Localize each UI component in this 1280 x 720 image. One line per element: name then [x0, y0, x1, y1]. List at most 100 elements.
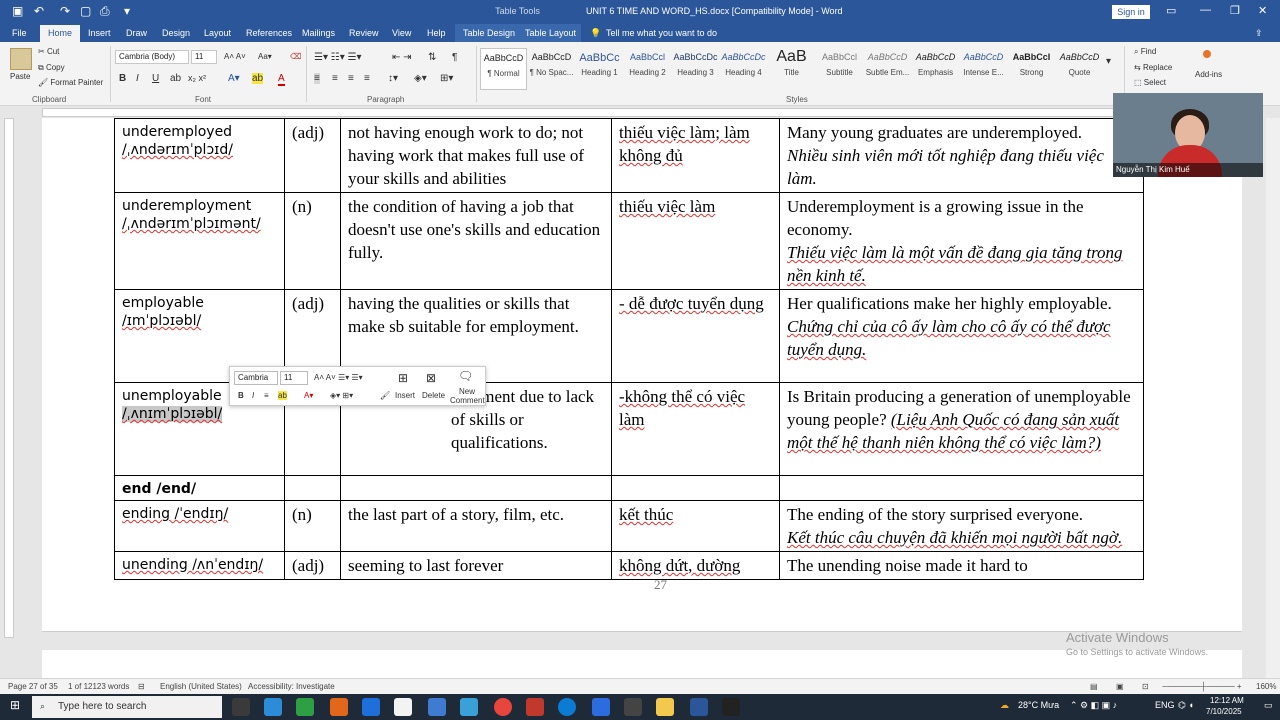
shading-icon[interactable]: ◈▾ [414, 73, 427, 84]
share-icon[interactable]: ⇪ [1255, 28, 1263, 39]
bold-button[interactable]: B [119, 73, 126, 84]
copilot-icon[interactable] [264, 698, 282, 716]
language-status[interactable]: English (United States) [160, 682, 242, 691]
vietnamese-cell[interactable]: thiếu việc làm [611, 192, 780, 290]
delete-table-icon[interactable]: ⊠ [426, 371, 436, 385]
mini-bold-button[interactable]: B [238, 391, 244, 400]
strikethrough-button[interactable]: ab [170, 73, 181, 84]
mini-font-combo[interactable]: Cambria [234, 371, 278, 385]
paste-button[interactable]: Paste [10, 72, 30, 81]
underline-button[interactable]: U [152, 73, 159, 84]
app-icon[interactable] [460, 698, 478, 716]
store-icon[interactable] [296, 698, 314, 716]
vietnamese-cell[interactable]: không dứt, dường [611, 551, 780, 580]
tab-view[interactable]: View [392, 28, 411, 38]
mini-new-comment-button[interactable]: New Comment [450, 387, 485, 405]
customize-qat-icon[interactable]: ▾ [124, 4, 130, 18]
windows-start-icon[interactable]: ⊞ [10, 698, 20, 712]
tab-layout[interactable]: Layout [204, 28, 231, 38]
tab-table-layout[interactable]: Table Layout [525, 28, 576, 38]
style-heading-4[interactable]: AaBbCcDc Heading 4 [720, 48, 767, 90]
show-marks-icon[interactable]: ¶ [452, 52, 457, 63]
mini-shading-icon[interactable]: ◈▾ ⊞▾ [330, 391, 353, 400]
vietnamese-cell[interactable]: - dễ được tuyển dụng [611, 289, 780, 383]
insert-table-icon[interactable]: ⊞ [398, 371, 408, 385]
app-icon[interactable] [428, 698, 446, 716]
example-cell[interactable]: The ending of the story surprised everyo… [779, 500, 1144, 552]
text-effects-icon[interactable]: A▾ [228, 73, 240, 84]
vertical-ruler[interactable] [4, 118, 14, 638]
style-title[interactable]: AaB Title [768, 48, 815, 90]
add-ins-icon[interactable] [1203, 50, 1211, 58]
mini-grow-font-icon[interactable]: A˄ A˅ ☰▾ ☰▾ [314, 373, 363, 382]
mini-center-icon[interactable]: ≡ [264, 391, 269, 400]
tab-home[interactable]: Home [40, 25, 81, 42]
mini-format-painter-icon[interactable]: 🖌 [380, 391, 390, 400]
pos-cell[interactable]: (adj) [284, 551, 341, 580]
input-language[interactable]: ENG [1155, 700, 1175, 710]
tab-design[interactable]: Design [162, 28, 190, 38]
pos-cell[interactable]: (n) [284, 192, 341, 290]
vietnamese-cell[interactable]: thiếu việc làm; làm không đủ [611, 118, 780, 193]
style-strong[interactable]: AaBbCcI Strong [1008, 48, 1055, 90]
save-icon[interactable]: ▣ [12, 4, 23, 18]
style-subtitle[interactable]: AaBbCcl Subtitle [816, 48, 863, 90]
new-comment-icon[interactable]: 🗨 [458, 369, 473, 383]
notification-icon[interactable]: ▭ [1264, 700, 1273, 711]
change-case-icon[interactable]: Aa▾ [258, 52, 272, 61]
indent-icon[interactable]: ⇤ ⇥ [392, 52, 412, 63]
select-button[interactable]: ⬚ Select [1134, 78, 1166, 87]
app-icon[interactable] [526, 698, 544, 716]
mini-size-combo[interactable]: 11 [280, 371, 308, 385]
word-cell[interactable]: end /end/ [114, 475, 285, 501]
settings-icon[interactable] [394, 698, 412, 716]
vietnamese-cell[interactable]: -không thể có việc làm [611, 382, 780, 476]
maximize-button[interactable]: ❐ [1230, 4, 1240, 17]
vietnamese-cell[interactable] [611, 475, 780, 501]
clock-date[interactable]: 7/10/2025 [1206, 707, 1242, 716]
weather-status[interactable]: 28°C Mưa [1018, 700, 1059, 710]
sign-in-button[interactable]: Sign in [1112, 5, 1150, 19]
close-button[interactable]: ✕ [1258, 4, 1267, 17]
app-icon[interactable] [722, 698, 740, 716]
edge-icon[interactable] [558, 698, 576, 716]
word-count[interactable]: 1 of 12123 words [68, 682, 129, 691]
print-layout-icon[interactable]: ▣ [1116, 682, 1124, 691]
style-intense-emphasis[interactable]: AaBbCcD Intense E... [960, 48, 1007, 90]
word-icon[interactable] [690, 698, 708, 716]
task-view-icon[interactable] [232, 698, 250, 716]
style-heading-1[interactable]: AaBbCc Heading 1 [576, 48, 623, 90]
cut-button[interactable]: ✂ Cut [38, 47, 59, 56]
tab-insert[interactable]: Insert [88, 28, 111, 38]
tab-references[interactable]: References [246, 28, 292, 38]
bullets-icon[interactable]: ☰▾ ☷▾ ☰▾ [314, 52, 362, 63]
style-emphasis[interactable]: AaBbCcD Emphasis [912, 48, 959, 90]
app-icon[interactable] [330, 698, 348, 716]
ribbon-display-icon[interactable]: ▭ [1166, 4, 1176, 17]
tray-icons[interactable]: ⌃ ⚙ ◧ ▣ ♪ [1070, 700, 1117, 711]
font-color-icon[interactable]: A [278, 73, 285, 86]
word-cell[interactable]: underemployed/ˌʌndərɪmˈplɔɪd/ [114, 118, 285, 193]
definition-cell[interactable]: the last part of a story, film, etc. [340, 500, 612, 552]
style-heading-3[interactable]: AaBbCcDc Heading 3 [672, 48, 719, 90]
align-left-button[interactable]: ≡ [314, 73, 320, 84]
page-count[interactable]: Page 27 of 35 [8, 682, 58, 691]
example-cell[interactable]: Her qualifications make her highly emplo… [779, 289, 1144, 383]
mini-highlight-icon[interactable]: ab [278, 391, 287, 400]
new-doc-icon[interactable]: ▢ [80, 4, 91, 18]
subscript-button[interactable]: x₂ x² [188, 73, 206, 83]
word-cell[interactable]: ending /ˈendɪŋ/ [114, 500, 285, 552]
add-ins-button[interactable]: Add-ins [1195, 70, 1222, 79]
file-explorer-icon[interactable] [656, 698, 674, 716]
style-quote[interactable]: AaBbCcD Quote [1056, 48, 1103, 90]
app-icon[interactable] [624, 698, 642, 716]
pos-cell[interactable] [284, 475, 341, 501]
zoom-icon[interactable] [592, 698, 610, 716]
mini-italic-button[interactable]: I [252, 391, 254, 400]
web-layout-icon[interactable]: ⊡ [1142, 682, 1149, 691]
highlight-icon[interactable]: ab [252, 73, 264, 84]
word-cell[interactable]: unending /ʌnˈendɪŋ/ [114, 551, 285, 580]
align-center-button[interactable]: ≡ [332, 73, 338, 84]
styles-more-icon[interactable]: ▾ [1106, 56, 1111, 67]
style-subtle-emphasis[interactable]: AaBbCcD Subtle Em... [864, 48, 911, 90]
